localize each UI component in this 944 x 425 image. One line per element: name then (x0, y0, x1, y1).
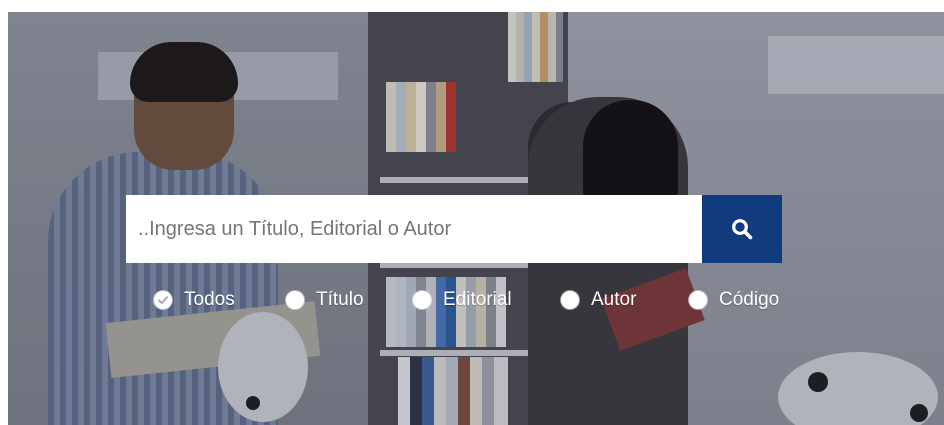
search-input[interactable] (126, 195, 702, 263)
radio-option-autor[interactable]: Autor (561, 286, 636, 314)
radio-label: Autor (591, 289, 637, 310)
radio-button[interactable] (413, 291, 431, 309)
radio-button[interactable] (286, 291, 304, 309)
radio-option-editorial[interactable]: Editorial (413, 286, 512, 314)
check-icon (158, 296, 168, 304)
radio-option-titulo[interactable]: Título (286, 286, 364, 314)
radio-label: Todos (184, 289, 235, 310)
search-button[interactable] (702, 195, 782, 263)
radio-label: Código (719, 289, 780, 310)
radio-option-todos[interactable]: Todos (154, 286, 235, 314)
radio-button[interactable] (689, 291, 707, 309)
radio-button[interactable] (154, 291, 172, 309)
radio-label: Editorial (443, 289, 512, 310)
search-icon (732, 219, 753, 240)
search-filter-radios: Todos Título Editorial Autor Código (0, 286, 944, 316)
radio-button[interactable] (561, 291, 579, 309)
radio-option-codigo[interactable]: Código (689, 286, 779, 314)
page-frame: Todos Título Editorial Autor Código (0, 0, 944, 425)
radio-label: Título (316, 289, 364, 310)
